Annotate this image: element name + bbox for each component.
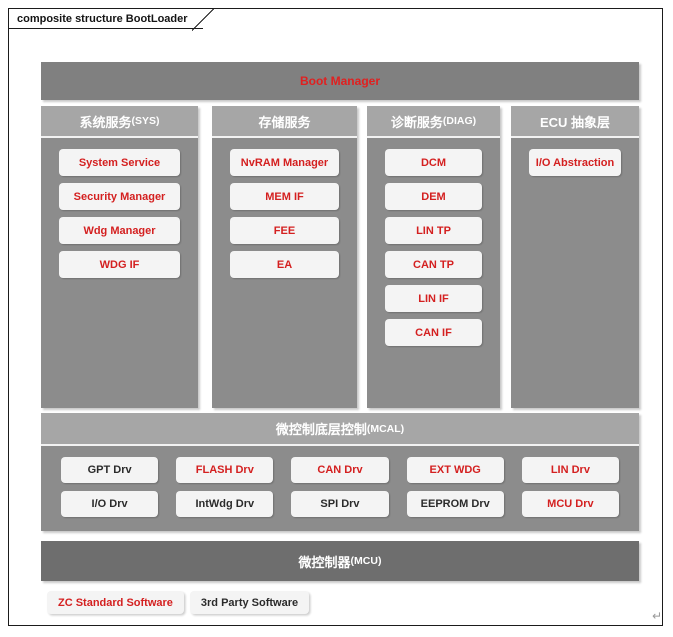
column-body-sys: System Service Security Manager Wdg Manage…	[41, 138, 198, 278]
column-header-storage: 存储服务	[212, 106, 357, 138]
legend-item: ZC Standard Software	[47, 591, 184, 614]
resize-handle-icon[interactable]: ↵	[650, 609, 664, 623]
column-header-ecu: ECU 抽象层	[511, 106, 639, 138]
column-header-suffix: (SYS)	[131, 115, 160, 127]
mcal-driver-box[interactable]: SPI Drv	[291, 491, 389, 517]
column-header-suffix: (DIAG)	[442, 115, 477, 127]
module-box[interactable]: NvRAM Manager	[230, 149, 339, 176]
module-box[interactable]: MEM IF	[230, 183, 339, 210]
mcal-driver-grid: GPT Drv FLASH Drv CAN Drv EXT WDG LIN Drv I/O…	[41, 446, 639, 517]
frame-tab: composite structure BootLoader	[8, 8, 214, 31]
module-box[interactable]: FEE	[230, 217, 339, 244]
frame-tab-label: composite structure BootLoader	[17, 13, 188, 25]
module-box[interactable]: Wdg Manager	[59, 217, 180, 244]
service-column-diag: 诊断服务 (DIAG) DCM DEM LIN TP CAN TP LIN IF CAN IF	[367, 106, 500, 408]
module-box[interactable]: Security Manager	[59, 183, 180, 210]
service-column-storage: 存储服务 NvRAM Manager MEM IF FEE EA	[212, 106, 357, 408]
mcal-header: 微控制底层控制 (MCAL)	[41, 413, 639, 446]
boot-manager-label: Boot Manager	[299, 74, 380, 88]
mcal-driver-box[interactable]: CAN Drv	[291, 457, 389, 483]
service-column-sys: 系统服务 (SYS) System Service Security Manager W…	[41, 106, 198, 408]
service-columns: 系统服务 (SYS) System Service Security Manager W…	[41, 106, 639, 408]
column-header-label: 诊断服务	[390, 114, 443, 130]
mcal-header-suffix: (MCAL)	[366, 422, 405, 435]
column-header-label: ECU 抽象层	[539, 114, 611, 130]
column-body-ecu: I/O Abstraction	[511, 138, 639, 176]
module-box[interactable]: CAN TP	[385, 251, 482, 278]
legend-item: 3rd Party Software	[189, 591, 310, 614]
mcal-block: 微控制底层控制 (MCAL) GPT Drv FLASH Drv CAN Drv EXT…	[41, 413, 639, 531]
column-header-label: 系统服务	[79, 114, 132, 130]
column-header-label: 存储服务	[258, 114, 311, 130]
module-box[interactable]: EA	[230, 251, 339, 278]
uml-frame: Boot Manager 系统服务 (SYS) System Service Secu…	[8, 8, 663, 626]
mcal-driver-box[interactable]: FLASH Drv	[176, 457, 274, 483]
module-box[interactable]: DCM	[385, 149, 482, 176]
module-box[interactable]: System Service	[59, 149, 180, 176]
mcu-label: 微控制器	[298, 554, 351, 570]
module-box[interactable]: DEM	[385, 183, 482, 210]
mcal-driver-box[interactable]: EXT WDG	[406, 457, 504, 483]
column-body-diag: DCM DEM LIN TP CAN TP LIN IF CAN IF	[367, 138, 500, 346]
mcal-driver-box[interactable]: MCU Drv	[521, 491, 619, 517]
mcal-header-label: 微控制底层控制	[275, 422, 367, 437]
mcal-driver-box[interactable]: GPT Drv	[61, 457, 159, 483]
column-header-diag: 诊断服务 (DIAG)	[367, 106, 500, 138]
diagram-canvas: Boot Manager 系统服务 (SYS) System Service Secu…	[9, 9, 662, 625]
mcal-driver-box[interactable]: IntWdg Drv	[176, 491, 274, 517]
column-body-storage: NvRAM Manager MEM IF FEE EA	[212, 138, 357, 278]
module-box[interactable]: LIN TP	[385, 217, 482, 244]
boot-manager-block[interactable]: Boot Manager	[41, 62, 639, 100]
mcal-driver-box[interactable]: EEPROM Drv	[406, 491, 504, 517]
module-box[interactable]: LIN IF	[385, 285, 482, 312]
module-box[interactable]: WDG IF	[59, 251, 180, 278]
mcu-suffix: (MCU)	[350, 555, 382, 567]
mcal-driver-box[interactable]: LIN Drv	[521, 457, 619, 483]
service-column-ecu: ECU 抽象层 I/O Abstraction	[511, 106, 639, 408]
mcu-block[interactable]: 微控制器 (MCU)	[41, 541, 639, 581]
column-header-sys: 系统服务 (SYS)	[41, 106, 198, 138]
mcal-driver-box[interactable]: I/O Drv	[61, 491, 159, 517]
module-box[interactable]: CAN IF	[385, 319, 482, 346]
legend: ZC Standard Software 3rd Party Software	[47, 591, 310, 614]
module-box[interactable]: I/O Abstraction	[529, 149, 621, 176]
